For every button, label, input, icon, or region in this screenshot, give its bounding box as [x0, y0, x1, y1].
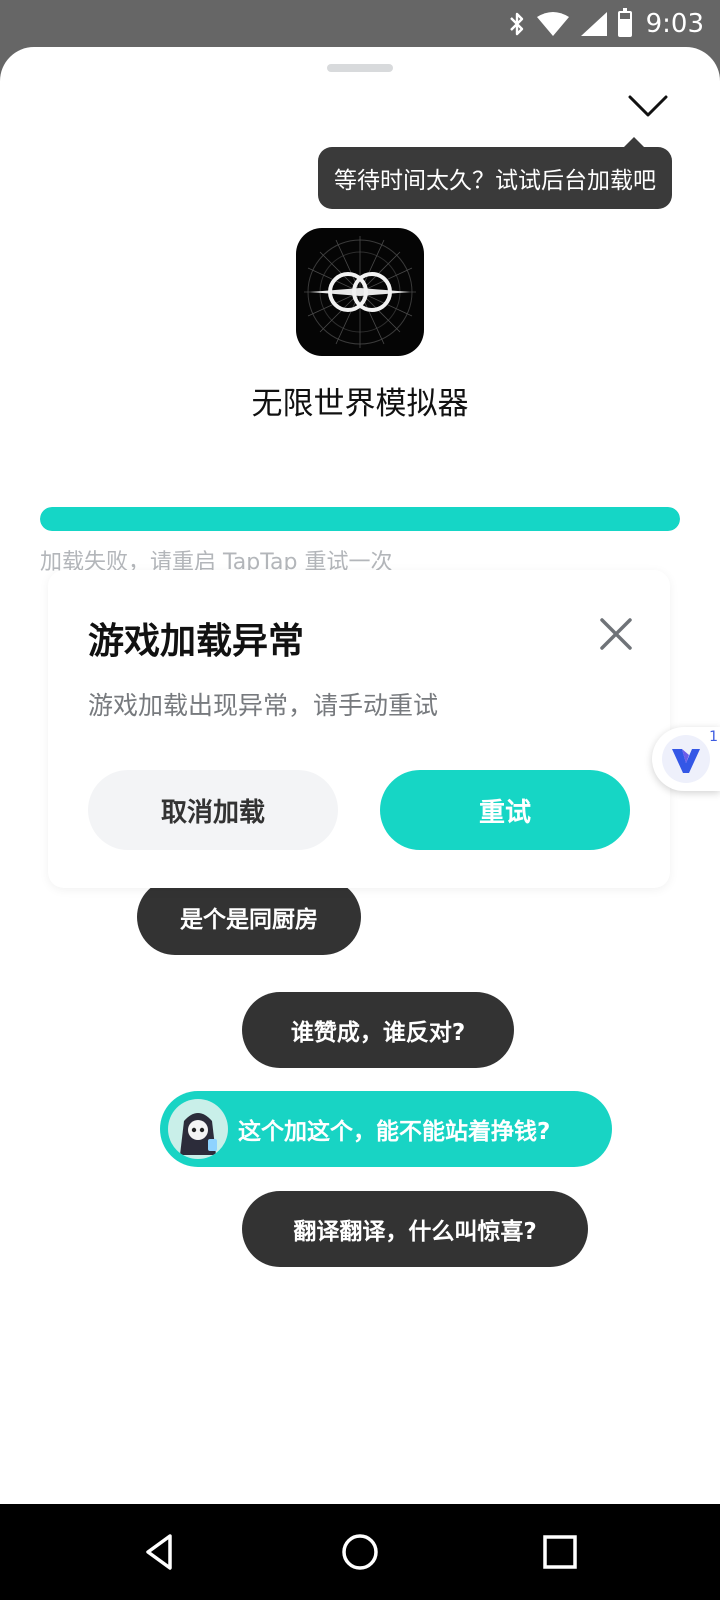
floating-assistant-button[interactable]: 1	[652, 727, 720, 791]
wifi-icon	[536, 12, 569, 36]
sheet-drag-handle[interactable]	[327, 64, 393, 72]
loading-progress-bar	[40, 507, 680, 531]
chevron-down-icon[interactable]	[626, 91, 670, 123]
battery-icon	[617, 8, 632, 37]
recents-icon[interactable]	[536, 1528, 584, 1576]
loading-progress-fill	[40, 507, 680, 531]
app-name: 无限世界模拟器	[251, 386, 469, 422]
retry-button[interactable]: 重试	[380, 770, 630, 850]
load-error-dialog: 游戏加载异常 游戏加载出现异常，请手动重试 取消加载 重试	[48, 570, 670, 888]
dialog-message: 游戏加载出现异常，请手动重试	[88, 691, 439, 720]
app-logo	[304, 236, 416, 348]
chat-bubble: 翻译翻译，什么叫惊喜?	[242, 1191, 588, 1267]
cancel-loading-button[interactable]: 取消加载	[88, 770, 338, 850]
dialog-title: 游戏加载异常	[88, 621, 305, 662]
status-bar: 9:03	[0, 0, 720, 48]
home-icon[interactable]	[336, 1528, 384, 1576]
signal-icon	[580, 12, 607, 36]
app-icon	[296, 228, 424, 356]
chat-bubble-highlighted: 这个加这个，能不能站着挣钱?	[160, 1091, 612, 1167]
close-icon[interactable]	[596, 614, 636, 654]
v-logo-icon	[662, 735, 710, 783]
chat-bubble-text: 这个加这个，能不能站着挣钱?	[238, 1119, 551, 1145]
background-load-tooltip[interactable]: 等待时间太久？试试后台加载吧	[318, 137, 672, 209]
status-icons: 9:03	[508, 8, 704, 40]
avatar	[168, 1099, 228, 1159]
notification-count: 1	[709, 729, 718, 745]
navigation-bar	[0, 1504, 720, 1600]
status-time: 9:03	[645, 9, 704, 39]
chat-bubble: 谁赞成，谁反对?	[242, 992, 514, 1068]
bluetooth-icon	[509, 12, 523, 36]
battery-level	[619, 18, 630, 35]
chat-bubble: 是个是同厨房	[137, 879, 361, 955]
back-icon[interactable]	[136, 1528, 184, 1576]
